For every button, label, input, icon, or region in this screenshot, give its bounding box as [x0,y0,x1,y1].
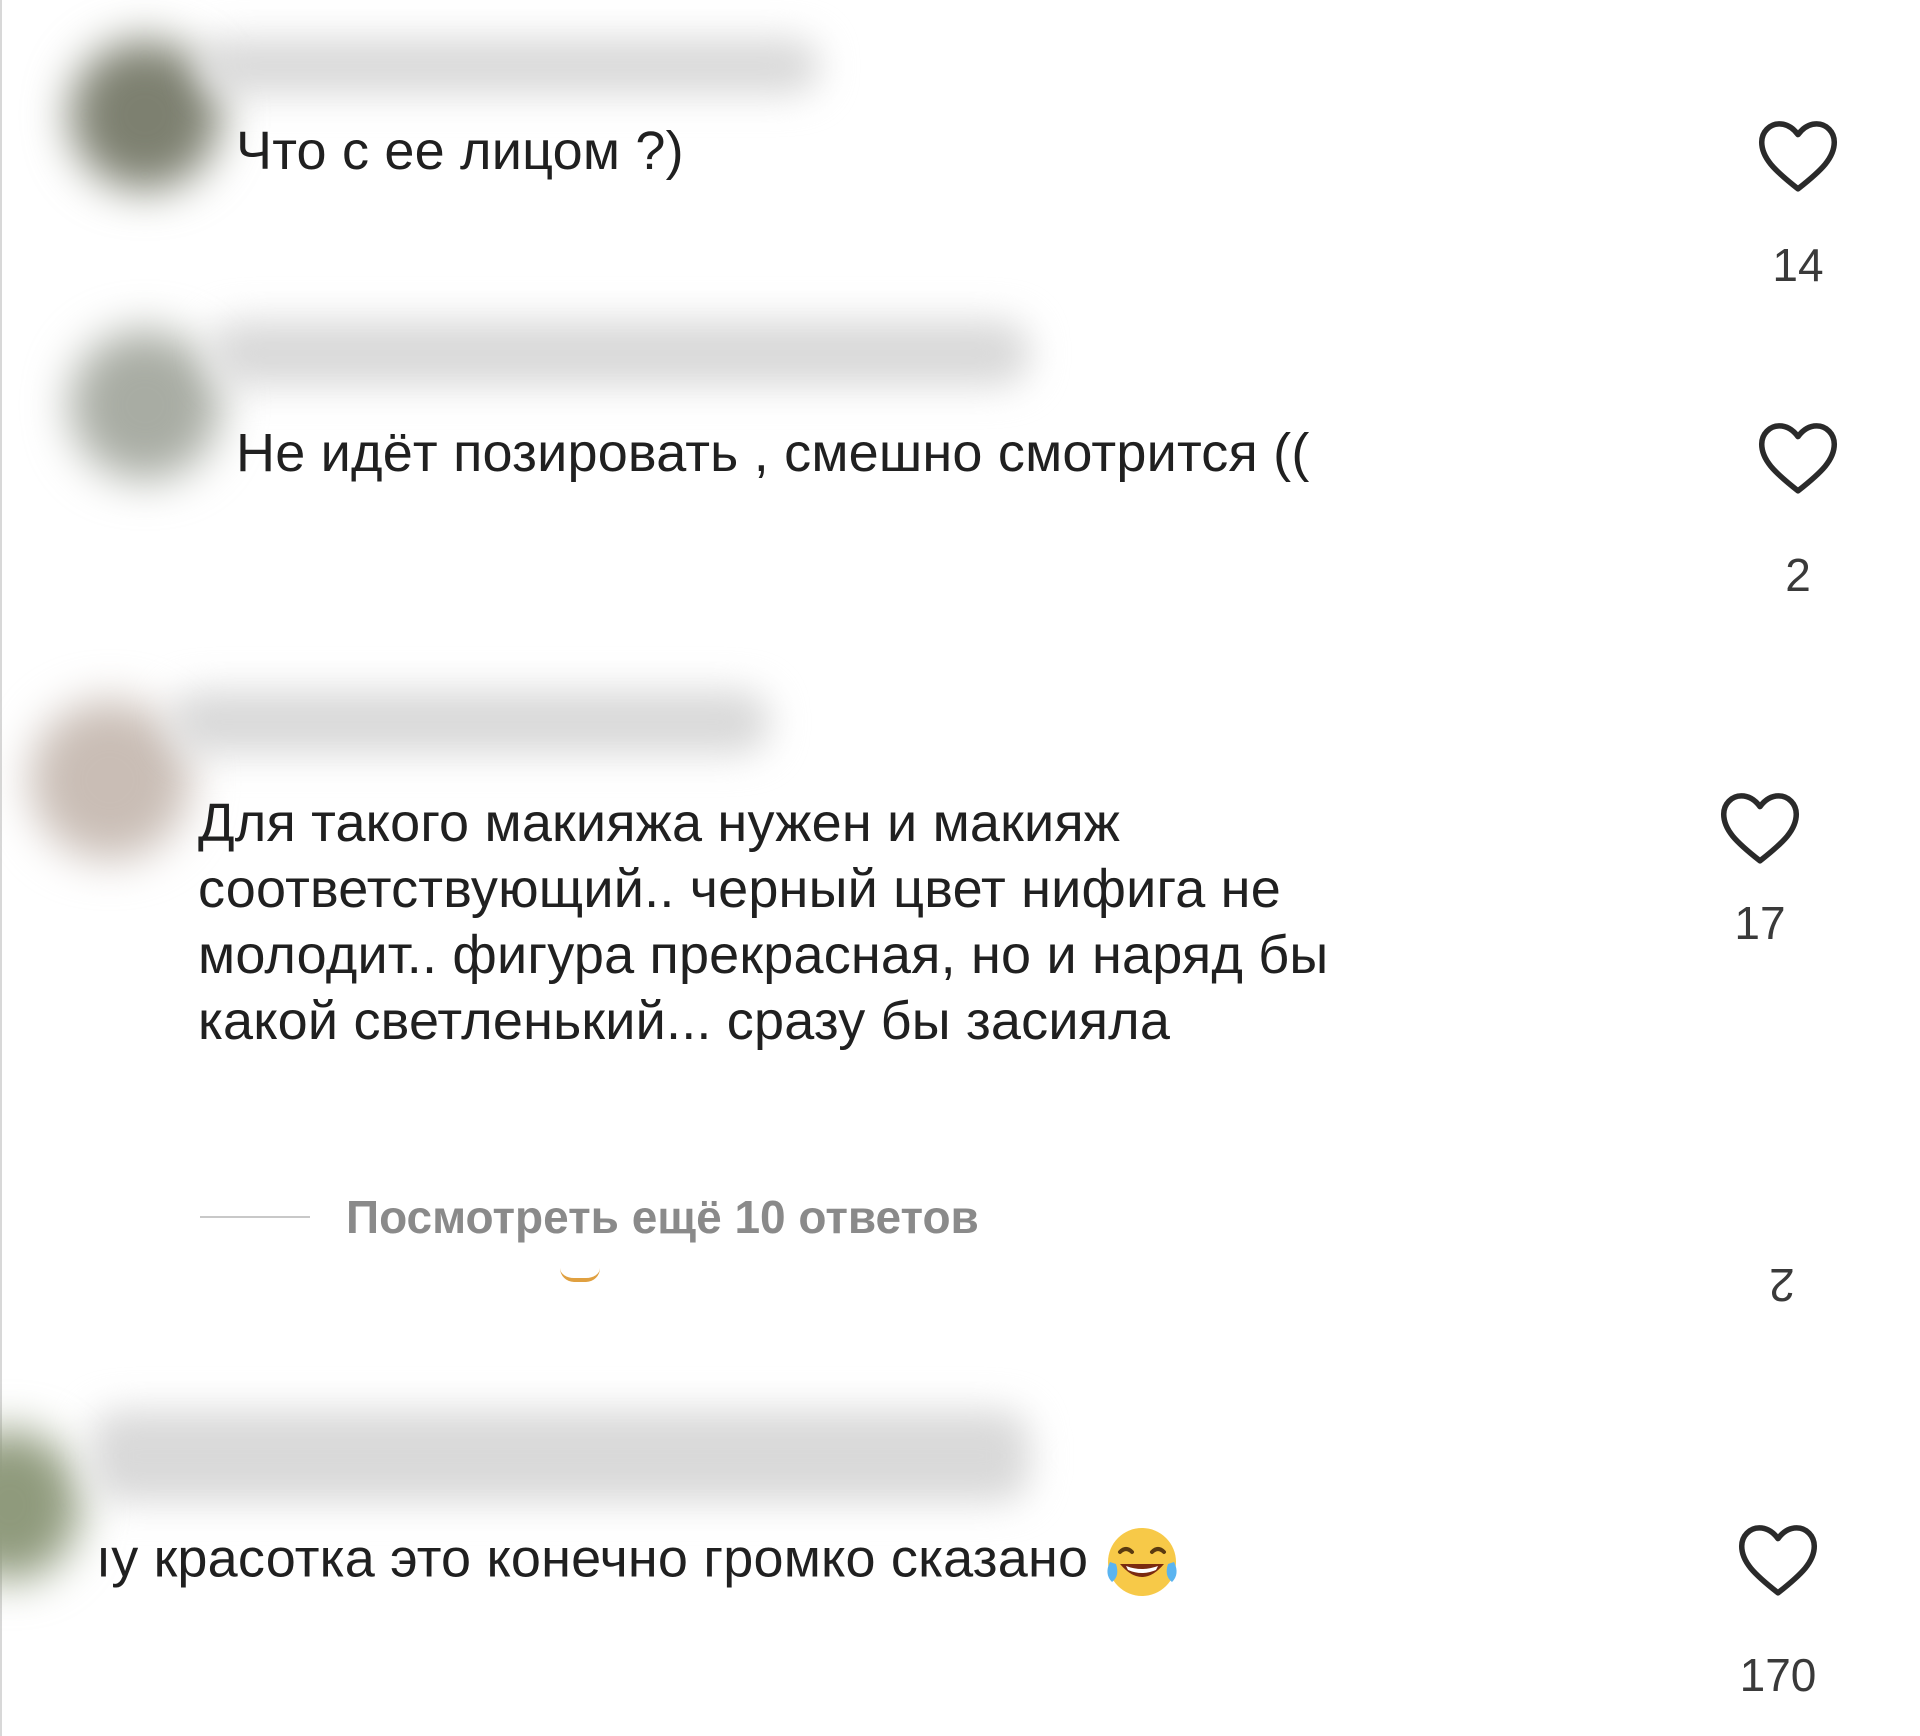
username-blurred[interactable] [90,1410,1030,1502]
heart-icon[interactable] [1756,420,1840,496]
comment-line: соответствующий.. черный цвет нифига не [198,859,1281,919]
avatar[interactable] [70,330,220,480]
comment-text: Что с ее лицом ?) [236,121,684,181]
like-count: 14 [1772,239,1824,291]
avatar[interactable] [0,1430,80,1580]
comment-text: ıу красотка это конечно громко сказано [96,1522,1182,1602]
username-blurred[interactable] [170,690,770,754]
view-replies-button[interactable]: Посмотреть ещё 10 ответов [200,1190,979,1244]
comment-line: какой светленький... сразу бы засияла [198,991,1171,1051]
like-section: 17 [1700,790,1820,950]
partial-emoji-fragment [560,1268,600,1282]
comment-line: Для такого макияжа нужен и макияж [198,793,1121,853]
username-blurred[interactable] [210,320,1030,386]
like-count: 170 [1739,1649,1817,1701]
like-count: 2 [1785,549,1811,601]
comment-text-content: ıу красотка это конечно громко сказано [96,1528,1089,1589]
like-section: 170 [1718,1522,1838,1702]
replies-divider [200,1216,310,1218]
like-section: 14 [1738,118,1858,292]
avatar[interactable] [70,40,220,190]
comment-text: Не идёт позировать , смешно смотрится (( [236,423,1310,483]
username-blurred[interactable] [200,38,820,94]
avatar[interactable] [30,700,190,860]
partial-like-count: 2 [1769,1262,1795,1308]
heart-icon[interactable] [1718,790,1802,866]
comment-line: молодит.. фигура прекрасная, но и наряд … [198,925,1329,985]
like-section: 2 [1738,420,1858,602]
tears-of-joy-emoji-icon [1107,1528,1177,1596]
view-replies-label: Посмотреть ещё 10 ответов [346,1191,979,1243]
comment-text-multiline: Для такого макияжа нужен и макияж соотве… [198,790,1328,1054]
heart-icon[interactable] [1736,1522,1820,1598]
heart-icon[interactable] [1756,118,1840,194]
like-count: 17 [1734,897,1786,949]
